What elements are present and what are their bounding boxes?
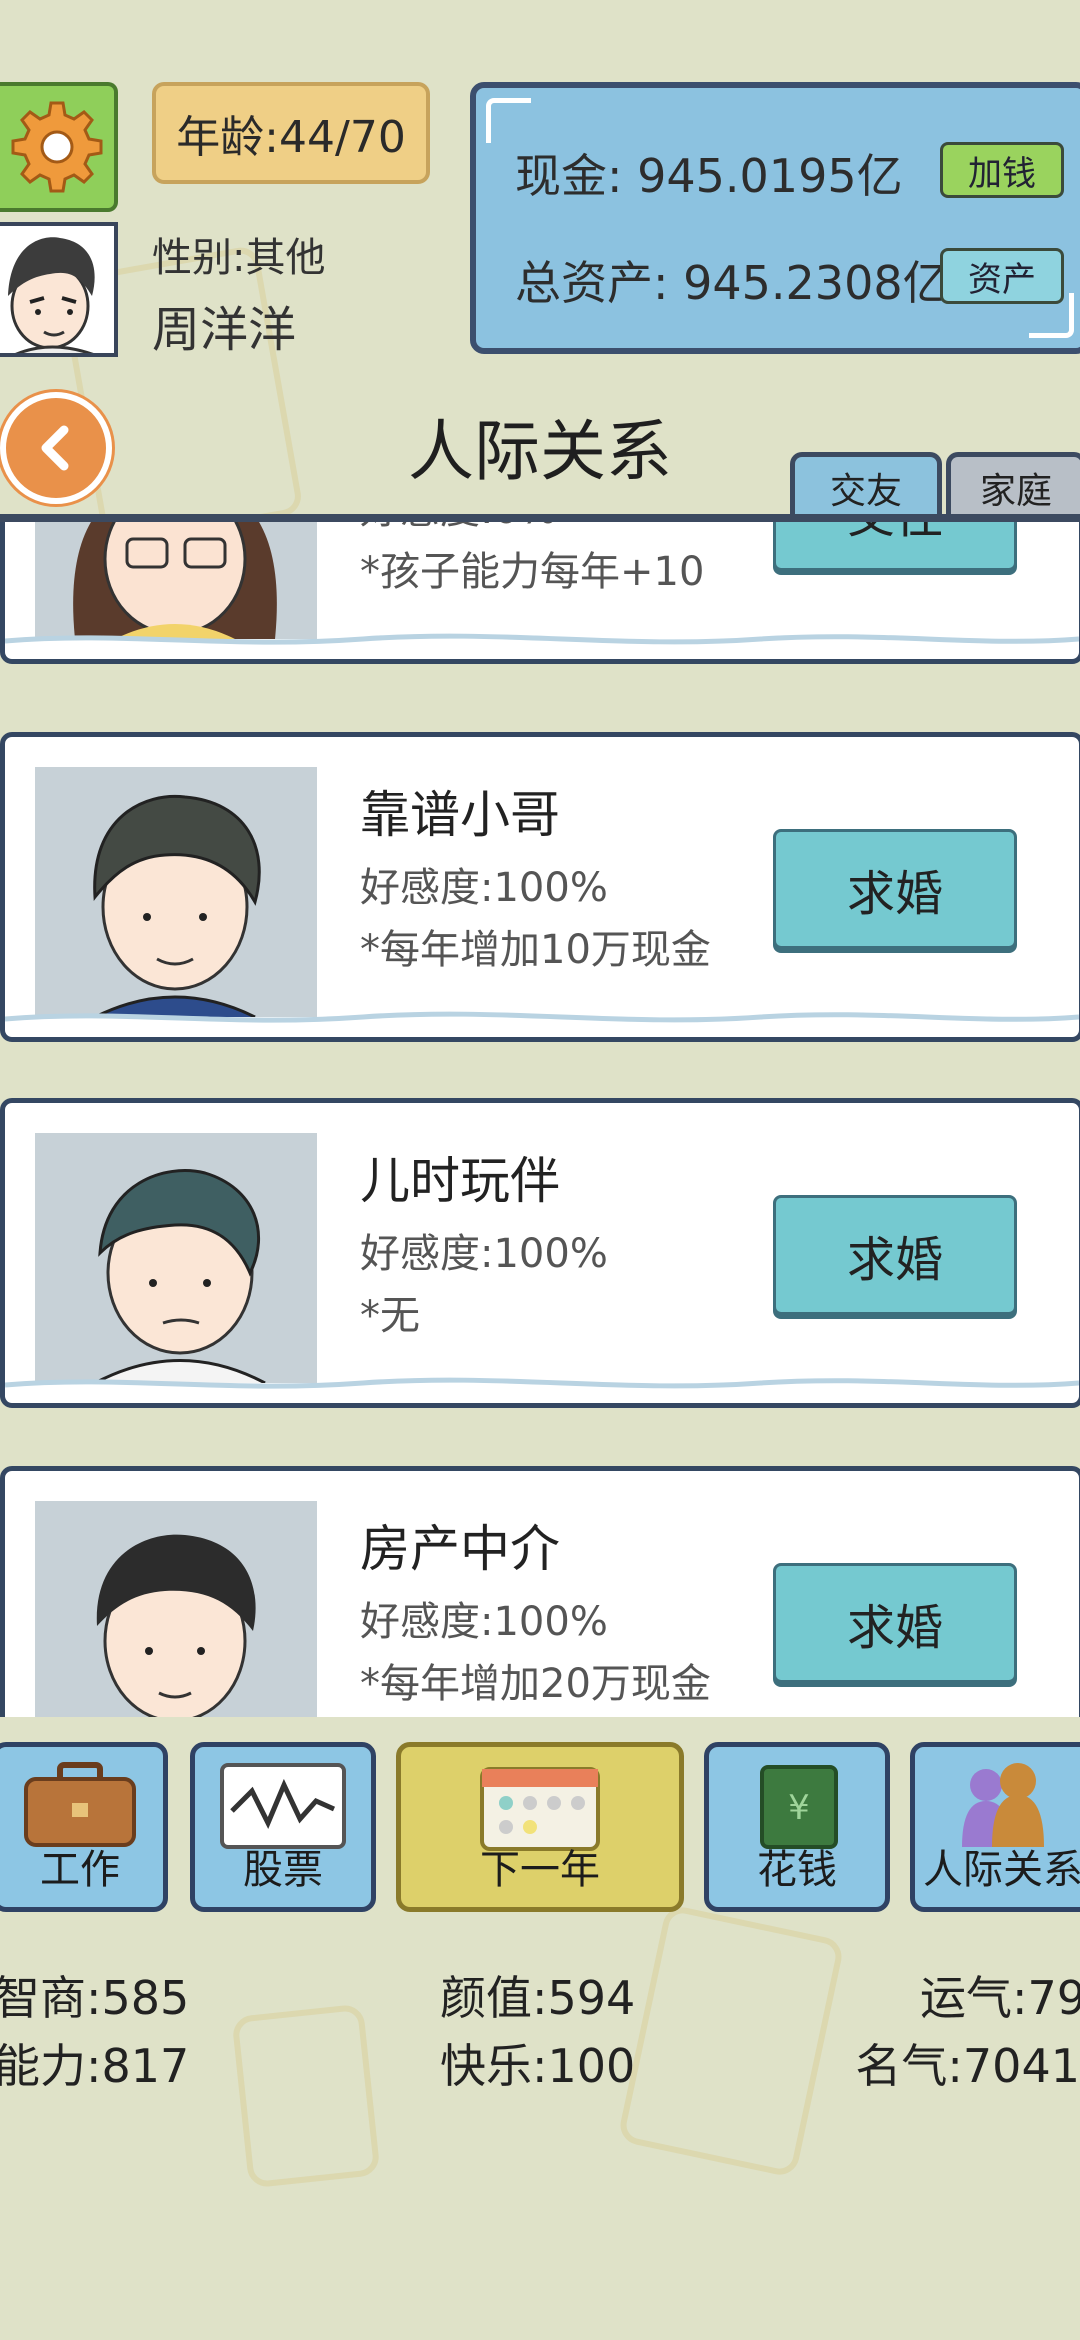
stat-luck: 运气:79	[919, 1971, 1080, 2025]
tab-underline	[0, 514, 1080, 522]
stat-fame: 名气:7041	[855, 2039, 1080, 2093]
realtor-portrait-icon	[35, 1501, 317, 1717]
propose-button[interactable]: 求婚	[773, 1195, 1017, 1315]
favorability-label: 好感度:100%	[360, 1599, 608, 1645]
contact-bonus: *每年增加20万现金	[360, 1661, 711, 1707]
gender-label: 性别:其他	[152, 235, 326, 281]
background-doodle	[231, 2003, 381, 2189]
nav-label: 股票	[243, 1847, 323, 1893]
favorability-label: 好感度:0%	[360, 522, 557, 535]
stat-looks: 颜值:594	[440, 1971, 636, 2025]
background-doodle	[616, 1903, 846, 2179]
contact-bonus: *每年增加10万现金	[360, 927, 711, 973]
nav-spend[interactable]: ¥ 花钱	[704, 1742, 890, 1912]
contact-portrait	[35, 522, 317, 639]
player-avatar[interactable]	[0, 222, 118, 357]
wave-decoration	[5, 633, 1079, 645]
assets-button[interactable]: 资产	[940, 248, 1064, 304]
contact-bonus: *孩子能力每年+10	[360, 549, 705, 595]
add-money-button[interactable]: 加钱	[940, 142, 1064, 198]
woman-glasses-portrait-icon	[35, 522, 317, 639]
panel-corner-decoration	[486, 98, 531, 143]
settings-button[interactable]	[0, 82, 118, 212]
propose-button[interactable]: 求婚	[773, 829, 1017, 949]
contact-name: 靠谱小哥	[360, 786, 560, 844]
gear-icon	[11, 101, 103, 193]
stat-happiness: 快乐:100	[440, 2039, 636, 2093]
stat-iq: 智商:585	[0, 1971, 190, 2025]
wave-decoration	[5, 1377, 1079, 1389]
money-panel	[470, 82, 1080, 354]
nav-label: 人际关系	[923, 1847, 1080, 1893]
contact-card: 靠谱小哥 好感度:100% *每年增加10万现金 求婚	[0, 732, 1080, 1042]
nav-label: 工作	[40, 1847, 120, 1893]
contact-portrait	[35, 1501, 317, 1717]
svg-text:¥: ¥	[788, 1788, 810, 1828]
contact-bonus: *无	[360, 1293, 420, 1339]
nav-label: 花钱	[757, 1847, 837, 1893]
propose-button[interactable]: 求婚	[773, 1563, 1017, 1683]
stat-ability: 能力:817	[0, 2039, 190, 2093]
player-name: 周洋洋	[152, 302, 297, 358]
contact-card: 儿时玩伴 好感度:100% *无 求婚	[0, 1098, 1080, 1408]
favorability-label: 好感度:100%	[360, 865, 608, 911]
tab-friends[interactable]: 交友	[790, 452, 942, 518]
nav-label: 下一年	[480, 1847, 600, 1893]
contact-list[interactable]: 好感度:0% *孩子能力每年+10 交往 靠谱小哥 好感度:100% *每年增加…	[0, 522, 1080, 1717]
tab-family[interactable]: 家庭	[946, 452, 1080, 518]
contact-portrait	[35, 1133, 317, 1383]
player-portrait-icon	[0, 226, 114, 353]
age-display: 年龄:44/70	[152, 82, 430, 184]
nav-next-year[interactable]: 下一年	[396, 1742, 684, 1912]
contact-portrait	[35, 767, 317, 1017]
date-button[interactable]: 交往	[773, 522, 1017, 571]
nav-work[interactable]: 工作	[0, 1742, 168, 1912]
cash-label: 现金: 945.0195亿	[515, 149, 903, 203]
contact-name: 儿时玩伴	[360, 1152, 560, 1210]
favorability-label: 好感度:100%	[360, 1231, 608, 1277]
contact-card: 好感度:0% *孩子能力每年+10 交往	[0, 522, 1080, 664]
contact-name: 房产中介	[360, 1520, 560, 1578]
young-man-portrait-icon	[35, 767, 317, 1017]
nav-stocks[interactable]: 股票	[190, 1742, 376, 1912]
nav-relationships[interactable]: 人际关系	[910, 1742, 1080, 1912]
contact-card: 房产中介 好感度:100% *每年增加20万现金 求婚	[0, 1466, 1080, 1717]
wave-decoration	[5, 1011, 1079, 1023]
total-assets-label: 总资产: 945.2308亿	[515, 256, 949, 310]
childhood-friend-portrait-icon	[35, 1133, 317, 1383]
